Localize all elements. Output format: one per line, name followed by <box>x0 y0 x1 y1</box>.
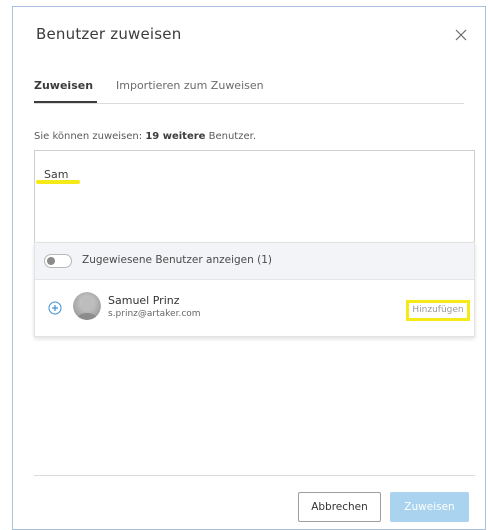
highlight-marker <box>36 180 80 184</box>
user-name: Samuel Prinz <box>108 294 180 307</box>
info-suffix: Benutzer. <box>205 131 256 142</box>
assign-capacity-info: Sie können zuweisen: 19 weitere Benutzer… <box>34 131 256 142</box>
show-assigned-label: Zugewiesene Benutzer anzeigen (1) <box>82 254 273 266</box>
user-email: s.prinz@artaker.com <box>108 309 201 319</box>
toggle-knob <box>47 257 55 265</box>
user-search-box[interactable] <box>34 150 475 243</box>
show-assigned-row: Zugewiesene Benutzer anzeigen (1) <box>35 243 474 280</box>
info-count: 19 weitere <box>145 131 206 142</box>
close-icon[interactable] <box>451 25 471 45</box>
tab-divider <box>34 103 464 104</box>
show-assigned-toggle[interactable] <box>44 254 72 268</box>
add-user-button[interactable]: Hinzufügen <box>406 300 470 321</box>
user-search-input[interactable] <box>44 165 344 183</box>
search-results-dropdown: Zugewiesene Benutzer anzeigen (1) Samuel… <box>34 242 475 337</box>
footer-divider <box>34 475 475 476</box>
dialog-title: Benutzer zuweisen <box>36 25 182 43</box>
avatar <box>73 292 101 320</box>
assign-users-dialog: Benutzer zuweisen Zuweisen Importieren z… <box>12 6 486 530</box>
cancel-button[interactable]: Abbrechen <box>298 492 381 522</box>
assign-button[interactable]: Zuweisen <box>390 492 469 522</box>
active-tab-indicator <box>34 101 97 103</box>
tab-bar: Zuweisen Importieren zum Zuweisen <box>34 79 464 109</box>
plus-circle-icon[interactable] <box>48 300 62 315</box>
tab-assign[interactable]: Zuweisen <box>34 79 93 92</box>
list-item[interactable]: Samuel Prinz s.prinz@artaker.com Hinzufü… <box>35 280 474 336</box>
tab-import-assign[interactable]: Importieren zum Zuweisen <box>116 79 264 92</box>
info-prefix: Sie können zuweisen: <box>34 131 146 142</box>
